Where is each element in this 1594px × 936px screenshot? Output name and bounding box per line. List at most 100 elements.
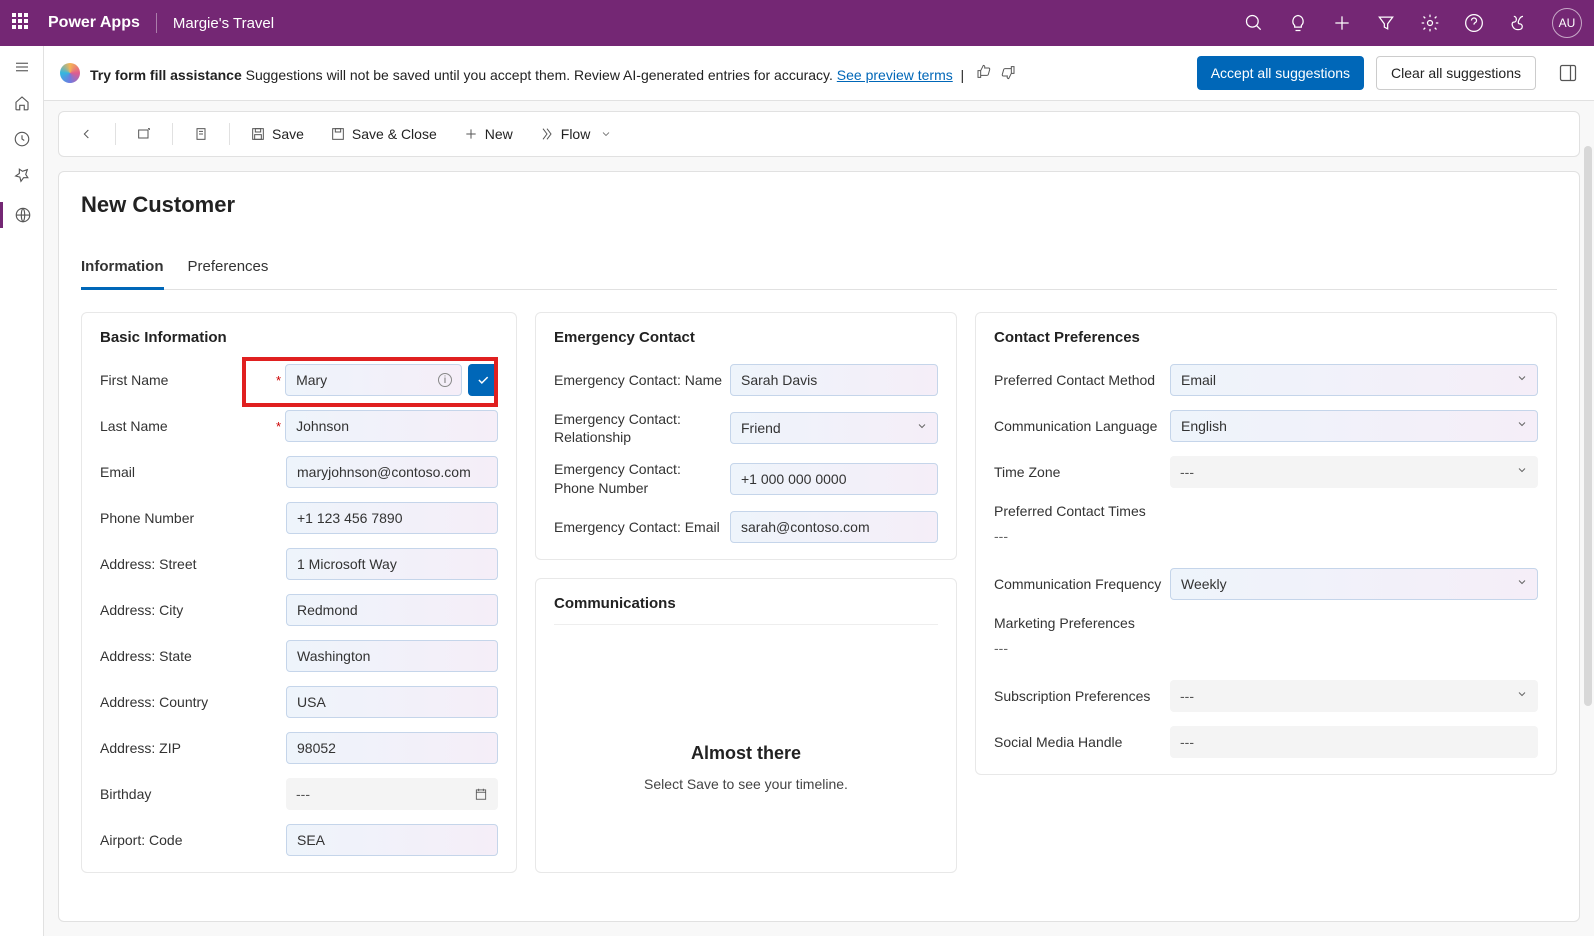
pref-times-value[interactable]: --- <box>994 528 1538 544</box>
banner-bold: Try form fill assistance <box>90 67 242 83</box>
save-button[interactable]: Save <box>240 120 314 148</box>
city-input[interactable] <box>286 594 498 626</box>
section-title: Contact Preferences <box>994 329 1538 346</box>
field-ec-email: Emergency Contact: Email <box>554 511 938 543</box>
recent-icon[interactable] <box>13 130 31 148</box>
pref-tz-select[interactable] <box>1170 456 1538 488</box>
search-icon[interactable] <box>1244 13 1264 33</box>
copilot-panel-icon[interactable] <box>1558 63 1578 83</box>
ec-phone-input[interactable] <box>730 463 938 495</box>
tab-preferences[interactable]: Preferences <box>188 250 269 289</box>
flow-button[interactable]: Flow <box>529 120 623 148</box>
plus-icon[interactable] <box>1332 13 1352 33</box>
clear-all-button[interactable]: Clear all suggestions <box>1376 56 1536 90</box>
filter-icon[interactable] <box>1376 13 1396 33</box>
field-pref-times: Preferred Contact Times --- <box>994 502 1538 544</box>
save-label: Save <box>272 126 304 142</box>
field-airport: Airport: Code <box>100 824 498 856</box>
section-basic-info: Basic Information First Name * i Last <box>81 312 517 873</box>
street-input[interactable] <box>286 548 498 580</box>
zip-input[interactable] <box>286 732 498 764</box>
section-emergency: Emergency Contact Emergency Contact: Nam… <box>535 312 957 560</box>
email-label: Email <box>100 464 135 480</box>
scrollbar[interactable] <box>1584 146 1592 706</box>
info-icon[interactable]: i <box>438 373 452 387</box>
phone-label: Phone Number <box>100 510 194 526</box>
waffle-icon[interactable] <box>12 13 32 33</box>
field-pref-tz: Time Zone <box>994 456 1538 488</box>
state-input[interactable] <box>286 640 498 672</box>
tabs: Information Preferences <box>81 250 1557 290</box>
pref-lang-label: Communication Language <box>994 418 1157 434</box>
assign-button[interactable] <box>183 120 219 148</box>
banner-text: Try form fill assistance Suggestions wil… <box>90 64 1016 83</box>
ec-email-input[interactable] <box>730 511 938 543</box>
field-email: Email <box>100 456 498 488</box>
home-icon[interactable] <box>13 94 31 112</box>
country-label: Address: Country <box>100 694 208 710</box>
field-last-name: Last Name * <box>100 410 498 442</box>
help-icon[interactable] <box>1464 13 1484 33</box>
pref-social-label: Social Media Handle <box>994 734 1122 750</box>
pref-method-select[interactable] <box>1170 364 1538 396</box>
hamburger-icon[interactable] <box>13 58 31 76</box>
birthday-label: Birthday <box>100 786 151 802</box>
pref-freq-select[interactable] <box>1170 568 1538 600</box>
field-country: Address: Country <box>100 686 498 718</box>
globe-icon <box>14 206 32 224</box>
pref-sub-select[interactable] <box>1170 680 1538 712</box>
field-pref-lang: Communication Language <box>994 410 1538 442</box>
calendar-icon[interactable] <box>474 787 488 801</box>
copilot-header-icon[interactable] <box>1508 13 1528 33</box>
open-new-window-button[interactable] <box>126 120 162 148</box>
pref-marketing-value[interactable]: --- <box>994 640 1538 656</box>
birthday-input[interactable] <box>286 778 498 810</box>
field-first-name: First Name * i <box>100 364 498 396</box>
email-input[interactable] <box>286 456 498 488</box>
accept-all-button[interactable]: Accept all suggestions <box>1197 56 1364 90</box>
airport-label: Airport: Code <box>100 832 182 848</box>
environment-name[interactable]: Margie's Travel <box>173 15 274 32</box>
last-name-label: Last Name <box>100 418 168 434</box>
empty-text: Select Save to see your timeline. <box>574 776 918 792</box>
empty-title: Almost there <box>574 743 918 764</box>
save-close-button[interactable]: Save & Close <box>320 120 447 148</box>
field-ec-name: Emergency Contact: Name <box>554 364 938 396</box>
pref-marketing-label: Marketing Preferences <box>994 615 1135 631</box>
last-name-input[interactable] <box>285 410 498 442</box>
required-indicator: * <box>276 419 281 434</box>
separator <box>156 13 157 33</box>
pref-social-input[interactable] <box>1170 726 1538 758</box>
field-pref-method: Preferred Contact Method <box>994 364 1538 396</box>
app-header: Power Apps Margie's Travel AU <box>0 0 1594 46</box>
section-title: Communications <box>554 595 938 625</box>
app-title: Power Apps <box>48 14 140 32</box>
user-avatar[interactable]: AU <box>1552 8 1582 38</box>
pin-icon[interactable] <box>13 166 31 184</box>
ec-name-label: Emergency Contact: Name <box>554 372 722 388</box>
banner-body: Suggestions will not be saved until you … <box>242 67 837 83</box>
new-button[interactable]: New <box>453 120 523 148</box>
accept-suggestion-button[interactable] <box>468 364 498 396</box>
phone-input[interactable] <box>286 502 498 534</box>
field-state: Address: State <box>100 640 498 672</box>
nav-item-active[interactable] <box>0 202 43 228</box>
first-name-input[interactable] <box>285 364 462 396</box>
tab-information[interactable]: Information <box>81 250 164 290</box>
lightbulb-icon[interactable] <box>1288 13 1308 33</box>
back-button[interactable] <box>69 120 105 148</box>
thumbs-up-icon[interactable] <box>976 64 992 80</box>
banner-link[interactable]: See preview terms <box>837 67 953 83</box>
new-label: New <box>485 126 513 142</box>
pref-lang-select[interactable] <box>1170 410 1538 442</box>
ec-name-input[interactable] <box>730 364 938 396</box>
country-input[interactable] <box>286 686 498 718</box>
thumbs-down-icon[interactable] <box>1000 64 1016 80</box>
city-label: Address: City <box>100 602 183 618</box>
gear-icon[interactable] <box>1420 13 1440 33</box>
pref-sub-label: Subscription Preferences <box>994 688 1150 704</box>
field-city: Address: City <box>100 594 498 626</box>
ec-rel-select[interactable] <box>730 412 938 444</box>
field-phone: Phone Number <box>100 502 498 534</box>
airport-input[interactable] <box>286 824 498 856</box>
